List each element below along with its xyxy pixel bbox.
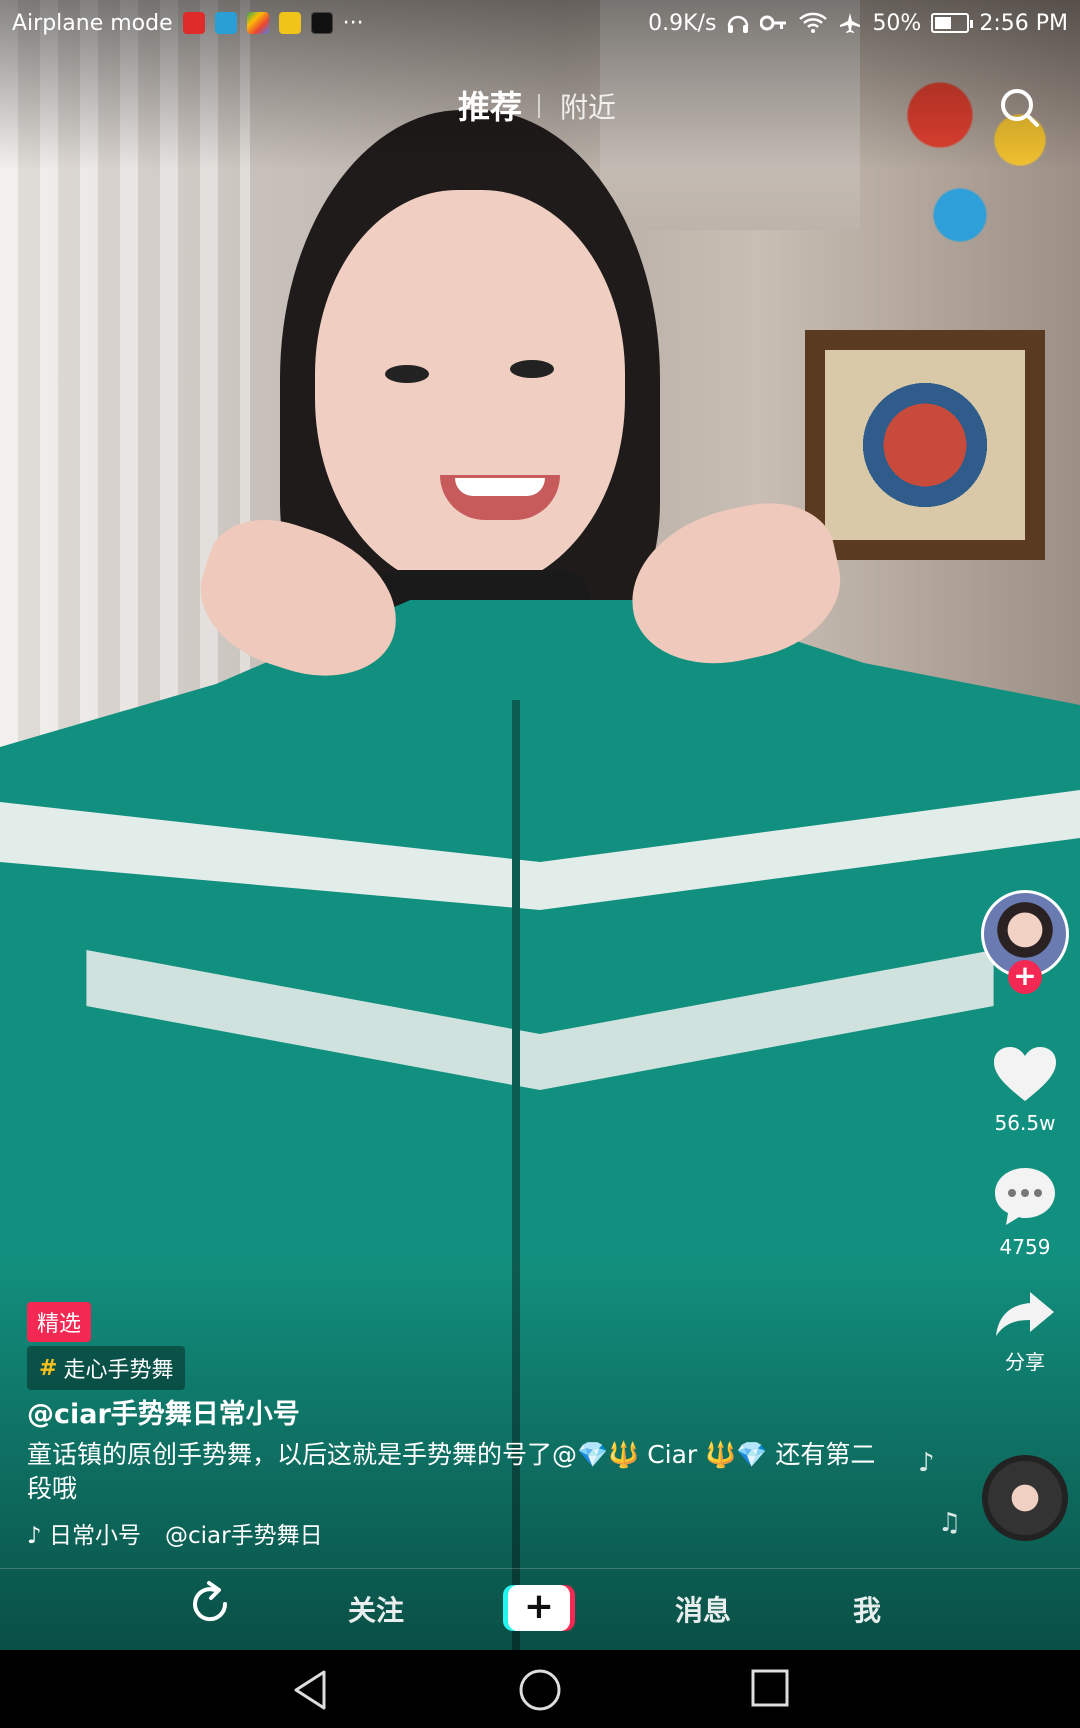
more-notifications: ···	[342, 10, 364, 36]
share-label: 分享	[1005, 1350, 1045, 1374]
creator-username[interactable]: @ciar手势舞日常小号	[27, 1392, 300, 1431]
share-arrow-icon	[996, 1292, 1054, 1336]
battery-percent: 50%	[872, 10, 922, 36]
heart-icon	[994, 1047, 1056, 1101]
music-note-icon: ♪	[918, 1448, 935, 1478]
netease-music-icon	[182, 12, 205, 34]
tab-divider	[538, 94, 540, 118]
comment-count: 4759	[999, 1235, 1051, 1259]
like-button[interactable]: 56.5w	[975, 1045, 1075, 1135]
like-count: 56.5w	[994, 1111, 1056, 1135]
music-disc[interactable]	[982, 1455, 1068, 1541]
person-eye-right	[510, 360, 554, 378]
person-face	[315, 190, 625, 590]
video-description: 童话镇的原创手势舞，以后这就是手势舞的号了@💎🔱 Ciar 🔱💎 还有第二段哦	[27, 1440, 876, 1503]
music-note-icon: ♫	[938, 1508, 962, 1538]
status-bar: Airplane mode ··· 0.9K/s 50% 2:56 PM	[0, 0, 1080, 46]
top-tabs: 推荐 附近	[0, 82, 1080, 132]
recent-apps-icon[interactable]	[750, 1668, 790, 1708]
person-eye-left	[385, 365, 429, 383]
music-title: ♪ 日常小号	[27, 1523, 141, 1549]
play-store-icon	[246, 12, 269, 34]
share-button[interactable]: 分享	[975, 1290, 1075, 1375]
battery-icon	[931, 13, 974, 33]
comment-icon	[995, 1168, 1055, 1225]
tiktok-icon	[310, 12, 333, 34]
key-icon	[760, 15, 787, 31]
topic-tag[interactable]: # 走心手势舞	[27, 1346, 186, 1390]
music-info[interactable]: ♪ 日常小号 @ciar手势舞日	[27, 1516, 323, 1550]
airplane-mode-text: Airplane mode	[12, 10, 173, 36]
wifi-icon	[799, 12, 828, 33]
hashtag-icon: #	[39, 1355, 58, 1381]
wall-painting	[825, 350, 1025, 540]
airplane-icon	[840, 13, 861, 33]
system-nav-bar	[0, 1650, 1080, 1728]
headphones-icon	[728, 15, 749, 33]
search-icon[interactable]	[998, 86, 1042, 130]
refresh-home-icon[interactable]	[185, 1579, 235, 1629]
nav-me[interactable]: 我	[853, 1589, 881, 1629]
back-icon[interactable]	[290, 1668, 330, 1712]
create-video-button[interactable]: +	[508, 1585, 570, 1631]
clock: 2:56 PM	[979, 10, 1068, 36]
tab-nearby[interactable]: 附近	[560, 86, 616, 126]
network-speed: 0.9K/s	[648, 10, 717, 36]
tab-recommend[interactable]: 推荐	[458, 82, 522, 128]
home-icon[interactable]	[518, 1668, 562, 1712]
topic-label: 走心手势舞	[63, 1358, 174, 1383]
nav-follow[interactable]: 关注	[348, 1589, 404, 1629]
music-author: @ciar手势舞日	[165, 1523, 323, 1549]
nav-messages[interactable]: 消息	[675, 1589, 731, 1629]
featured-badge: 精选	[27, 1302, 92, 1342]
comment-button[interactable]: 4759	[975, 1165, 1075, 1259]
person-teeth	[455, 478, 545, 496]
follow-plus-button[interactable]: +	[1008, 960, 1042, 994]
bottom-nav: 关注 + 消息 我	[0, 1568, 1080, 1654]
app-icon	[214, 12, 237, 34]
photos-icon	[278, 12, 301, 34]
